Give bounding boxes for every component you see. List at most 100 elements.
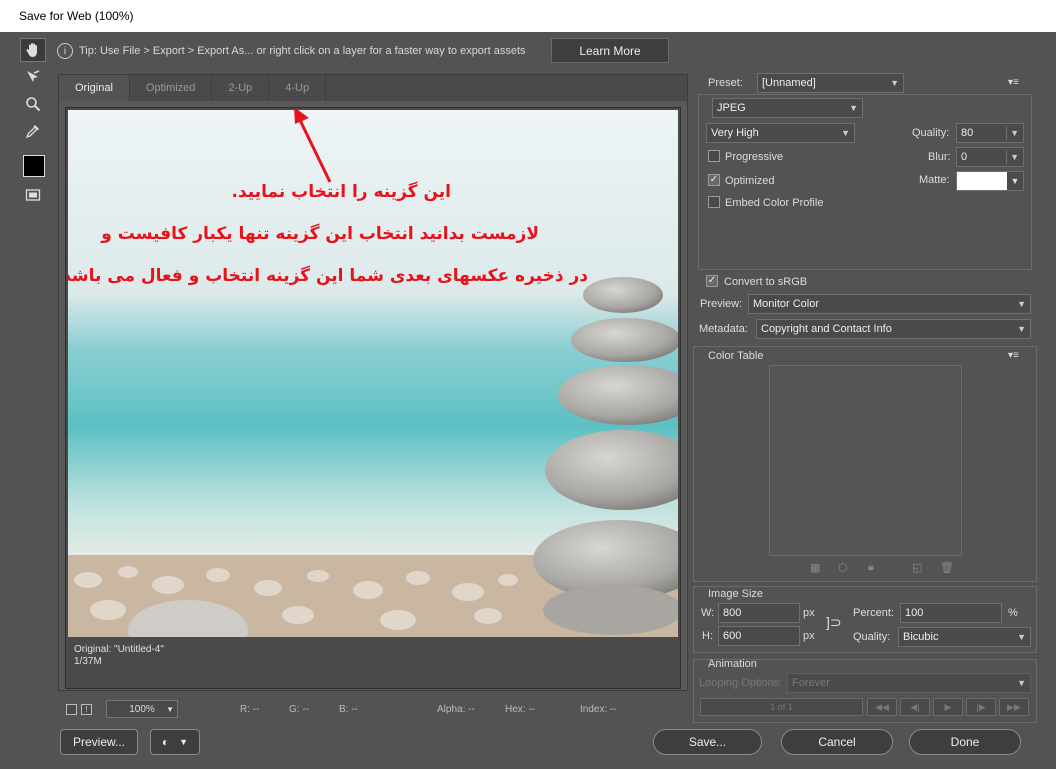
next-frame-icon[interactable]: |▶ [966,698,996,716]
web-shift-icon[interactable]: ⬡ [838,561,848,574]
window-title: Save for Web (100%) [0,0,1056,32]
percent-unit: % [1008,607,1018,619]
convert-srgb-checkbox[interactable]: ✓ [706,275,718,287]
settings-menu-icon[interactable]: ▾≡ [1008,77,1019,88]
blur-input[interactable]: 0 ▼ [956,147,1024,167]
zoom-level-select[interactable]: 100% ▼ [106,700,178,718]
image-name: Original: "Untitled-4" [74,644,164,655]
tab-2-up[interactable]: 2-Up [212,75,270,101]
previous-frame-icon[interactable]: ◀| [900,698,930,716]
image-size-title: Image Size [708,588,764,600]
annotation-line-3: در ذخیره عکسهای بعدی شما این گزینه انتخا… [68,266,588,286]
browser-preview-select[interactable]: ◐ ▼ [150,729,200,755]
percent-label: Percent: [853,607,894,619]
tip-bar: i Tip: Use File > Export > Export As... … [57,38,692,64]
tip-text: Tip: Use File > Export > Export As... or… [79,45,526,57]
save-button[interactable]: Save... [653,729,762,755]
chevron-down-icon: ▼ [1017,299,1026,309]
preview-label: Preview: [700,298,743,310]
chevron-down-icon: ▼ [1017,632,1026,642]
first-frame-icon[interactable]: ◀◀ [867,698,897,716]
trash-icon[interactable]: 🗑︎ [940,561,954,574]
new-color-icon[interactable]: ◱ [912,561,922,574]
resample-quality-value: Bicubic [903,631,939,643]
status-bar: ! 100% ▼ R: -- G: -- B: -- Alpha: -- Hex… [58,697,688,721]
file-format-select[interactable]: JPEG ▼ [712,98,863,118]
image-info: Original: "Untitled-4" 1/37M [74,644,164,668]
cancel-button[interactable]: Cancel [781,729,893,755]
info-icon: i [57,43,73,59]
width-unit: px [803,607,815,619]
index-readout: Index: -- [580,703,617,715]
matte-color-select[interactable]: ▼ [956,171,1024,191]
blue-readout: B: -- [339,703,358,715]
percent-input[interactable]: 100 [900,603,1002,623]
eyedropper-color-swatch[interactable] [23,155,45,177]
matte-label: Matte: [919,174,950,186]
preview-color-select[interactable]: Monitor Color ▼ [748,294,1031,314]
preview-area: Original Optimized 2-Up 4-Up این گزینه ر… [58,74,688,691]
chevron-down-icon: ▼ [1017,324,1026,334]
map-transparent-icon[interactable]: ▦ [810,561,820,574]
stacked-stones-photo: این گزینه را انتخاب نمایید. لازمست بدانی… [68,110,678,637]
progressive-label: Progressive [725,151,784,163]
play-icon[interactable]: ▶ [933,698,963,716]
hand-tool-icon[interactable] [20,38,46,62]
image-canvas[interactable]: این گزینه را انتخاب نمایید. لازمست بدانی… [65,107,681,689]
chevron-down-icon: ▼ [841,128,850,138]
quality-input[interactable]: 80 ▼ [956,123,1024,143]
chevron-down-icon: ▼ [890,78,899,88]
color-table-menu-icon[interactable]: ▾≡ [1008,350,1019,361]
resample-quality-select[interactable]: Bicubic ▼ [898,627,1031,647]
chevron-down-icon: ▼ [1010,128,1019,138]
chevron-down-icon: ▼ [1007,172,1023,190]
constrain-proportions-link-icon[interactable]: ]⊃ [826,614,842,631]
tab-optimized[interactable]: Optimized [130,75,213,101]
zoom-tool-icon[interactable] [20,92,46,116]
width-input[interactable]: 800 [718,603,800,623]
compression-quality-value: Very High [711,127,759,139]
zoom-out-icon[interactable] [66,703,77,715]
chevron-down-icon: ▼ [166,704,174,714]
preset-label: Preset: [708,77,743,89]
file-format-value: JPEG [717,102,746,114]
tab-4-up[interactable]: 4-Up [269,75,327,101]
browser-icon: ◐ [161,735,170,749]
eyedropper-tool-icon[interactable] [20,119,46,143]
preview-button[interactable]: Preview... [60,729,138,755]
done-button[interactable]: Done [909,729,1021,755]
animation-controls: 1 of 1 ◀◀ ◀| ▶ |▶ ▶▶ [700,698,1031,716]
progressive-checkbox[interactable] [708,150,720,162]
height-unit: px [803,630,815,642]
preset-value: [Unnamed] [762,77,816,89]
preset-select[interactable]: [Unnamed] ▼ [757,73,904,93]
optimized-checkbox[interactable]: ✓ [708,174,720,186]
last-frame-icon[interactable]: ▶▶ [999,698,1029,716]
quality-label: Quality: [912,127,950,139]
chevron-down-icon: ▼ [179,737,189,747]
metadata-select[interactable]: Copyright and Contact Info ▼ [756,319,1031,339]
color-table-title: Color Table [708,350,764,362]
zoom-in-icon[interactable]: ! [81,703,92,715]
annotation-line-1: این گزینه را انتخاب نمایید. [231,182,451,202]
compression-quality-select[interactable]: Very High ▼ [706,123,855,143]
chevron-down-icon: ▼ [1017,678,1026,688]
embed-color-profile-checkbox[interactable] [708,196,720,208]
convert-srgb-label: Convert to sRGB [724,276,808,288]
red-readout: R: -- [240,703,260,715]
slice-select-tool-icon[interactable] [20,65,46,89]
learn-more-button[interactable]: Learn More [551,38,669,63]
height-input[interactable]: 600 [718,626,800,646]
looping-options-select[interactable]: Forever ▼ [787,673,1031,693]
green-readout: G: -- [289,703,309,715]
toggle-slices-visibility-icon[interactable] [20,183,46,207]
quality-value: 80 [961,127,974,139]
embed-color-profile-label: Embed Color Profile [725,197,824,209]
optimized-label: Optimized [725,175,775,187]
lock-icon[interactable]: 🔒︎ [868,561,874,574]
tool-palette [20,38,50,210]
tab-original[interactable]: Original [59,75,130,101]
width-label: W: [701,607,715,619]
save-for-web-dialog: i Tip: Use File > Export > Export As... … [0,32,1056,769]
zoom-level-value: 100% [129,703,155,715]
